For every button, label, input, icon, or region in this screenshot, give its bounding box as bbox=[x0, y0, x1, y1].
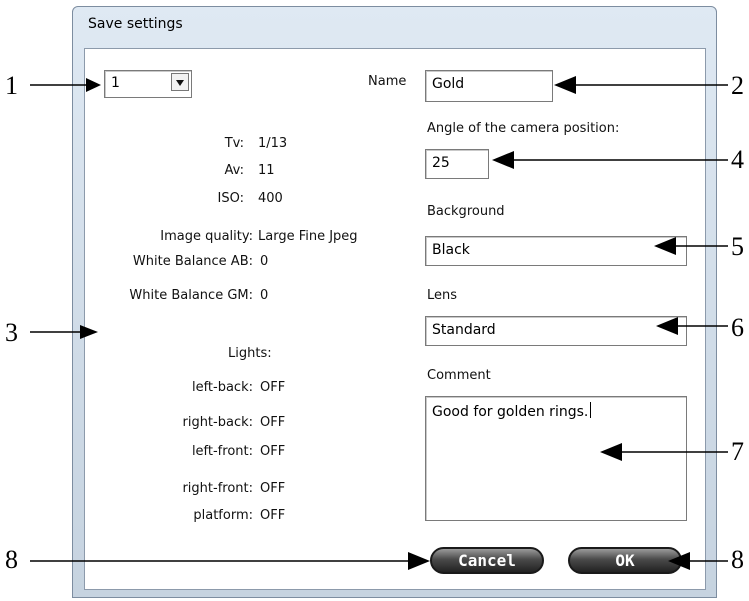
callout-arrow-6-head bbox=[656, 317, 678, 335]
callout-arrow-8-left-head bbox=[408, 552, 430, 570]
callout-arrow-8-right-head bbox=[668, 552, 690, 570]
callout-arrow-4-head bbox=[492, 151, 514, 169]
callout-arrow-7-head bbox=[600, 443, 622, 461]
callout-arrows bbox=[30, 76, 728, 570]
callout-arrow-5-head bbox=[654, 237, 676, 255]
callout-arrow-3-head bbox=[80, 325, 98, 339]
callout-arrow-2-head bbox=[554, 76, 576, 94]
callout-arrow-1-head bbox=[86, 78, 101, 92]
